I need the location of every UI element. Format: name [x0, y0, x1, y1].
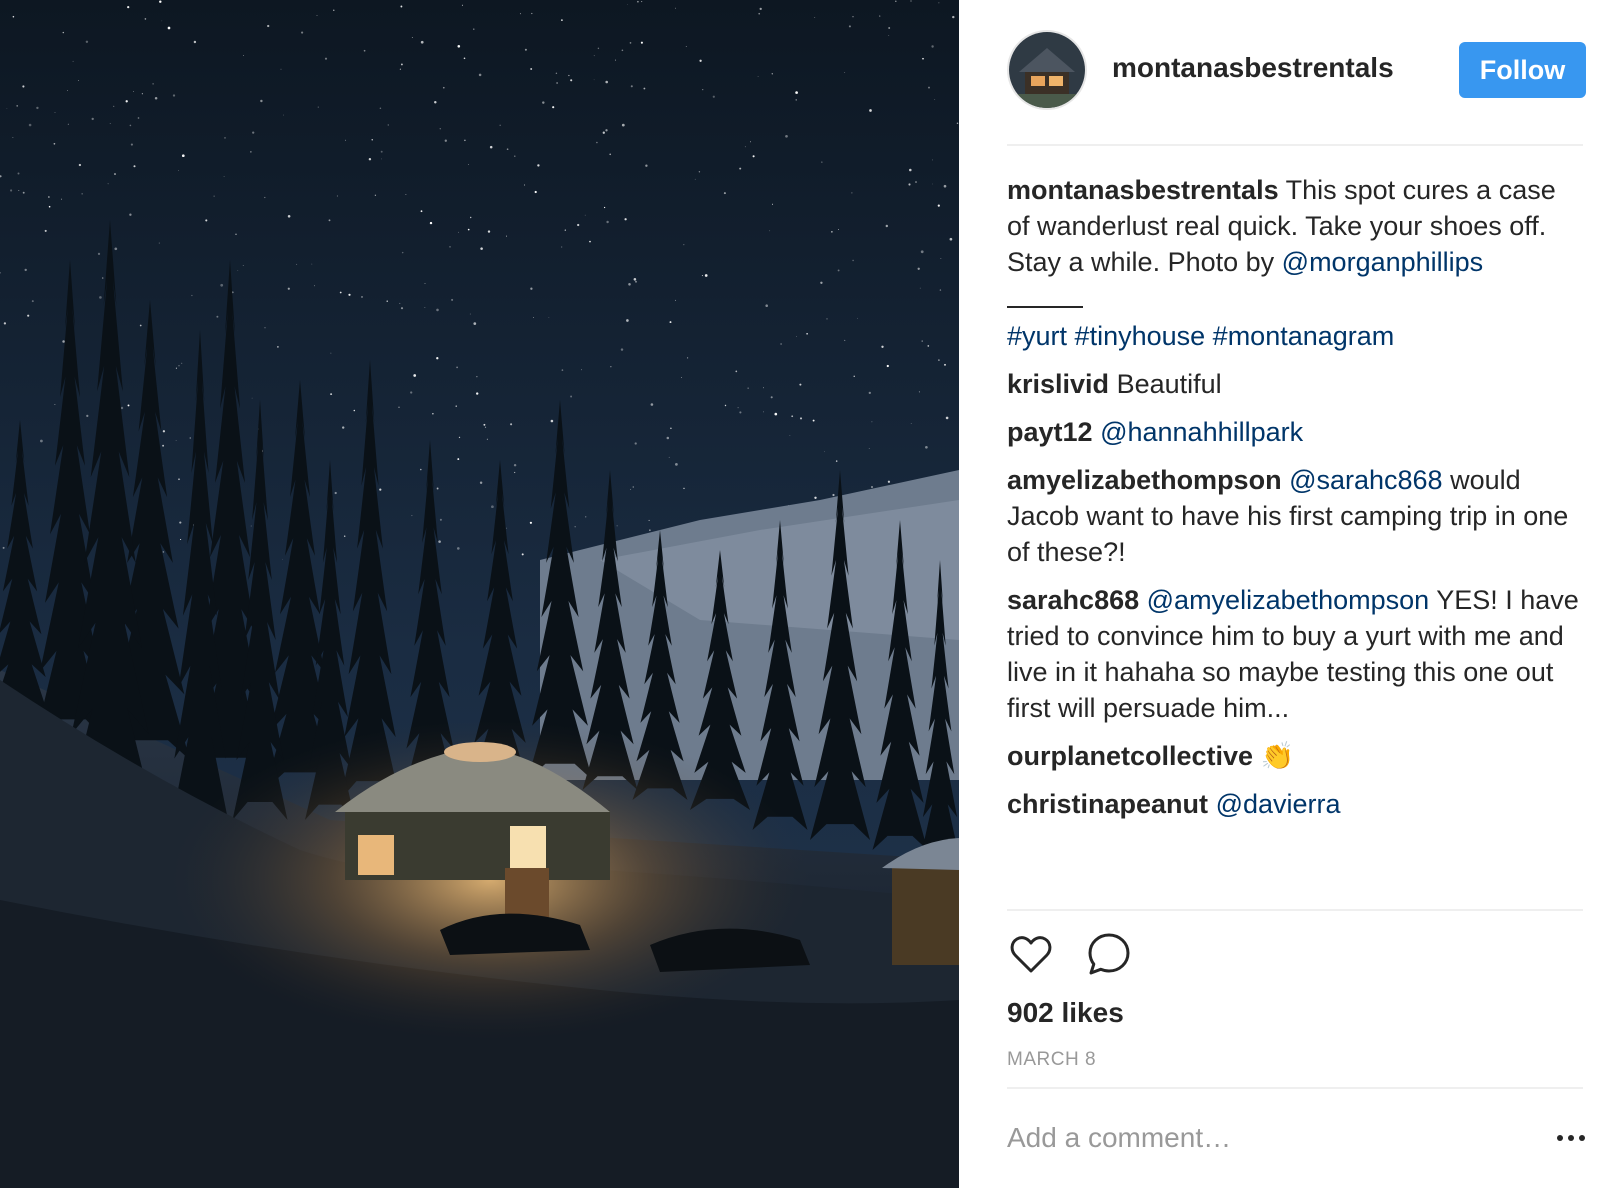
add-comment-input[interactable] — [1007, 1116, 1507, 1160]
cabin-avatar-icon — [1009, 32, 1085, 108]
comment-item: ourplanetcollective 👏 — [1007, 738, 1583, 774]
comment-mention[interactable]: @davierra — [1216, 789, 1341, 819]
post-side-panel: montanasbestrentals Follow montanasbestr… — [959, 0, 1624, 1188]
divider — [1007, 1087, 1583, 1089]
comment-mention[interactable]: @sarahc868 — [1289, 465, 1443, 495]
post-header: montanasbestrentals Follow — [1007, 0, 1586, 146]
night-yurt-image — [0, 0, 959, 1188]
comment-bubble-icon[interactable] — [1085, 930, 1133, 978]
caption-separator — [1007, 306, 1083, 308]
caption: montanasbestrentals This spot cures a ca… — [1007, 172, 1583, 280]
comment-text: Beautiful — [1109, 369, 1222, 399]
comment-username[interactable]: sarahc868 — [1007, 585, 1139, 615]
likes-count[interactable]: 902 likes — [1007, 997, 1124, 1029]
caption-hashtags: #yurt #tinyhouse #montanagram — [1007, 318, 1583, 354]
header-username[interactable]: montanasbestrentals — [1112, 52, 1394, 84]
post-photo[interactable] — [0, 0, 959, 1188]
comment-username[interactable]: amyelizabethompson — [1007, 465, 1282, 495]
hashtag-montanagram[interactable]: #montanagram — [1213, 321, 1395, 351]
comment-item: amyelizabethompson @sarahc868 would Jaco… — [1007, 462, 1583, 570]
comment-mention[interactable]: @amyelizabethompson — [1147, 585, 1430, 615]
divider — [1007, 909, 1583, 911]
hashtag-tinyhouse[interactable]: #tinyhouse — [1075, 321, 1206, 351]
post: montanasbestrentals Follow montanasbestr… — [0, 0, 1624, 1188]
comment-mention[interactable]: @hannahhillpark — [1100, 417, 1303, 447]
comment-item: sarahc868 @amyelizabethompson YES! I hav… — [1007, 582, 1583, 726]
follow-button[interactable]: Follow — [1459, 42, 1586, 98]
comment-username[interactable]: christinapeanut — [1007, 789, 1208, 819]
comment-item: christinapeanut @davierra — [1007, 786, 1583, 822]
caption-username[interactable]: montanasbestrentals — [1007, 175, 1279, 205]
comment-username[interactable]: ourplanetcollective — [1007, 741, 1253, 771]
more-options-icon[interactable] — [1555, 1128, 1587, 1148]
comment-item: krislivid Beautiful — [1007, 366, 1583, 402]
comment-item: payt12 @hannahhillpark — [1007, 414, 1583, 450]
heart-icon[interactable] — [1007, 930, 1055, 978]
post-date[interactable]: MARCH 8 — [1007, 1049, 1096, 1071]
caption-mention[interactable]: @morganphillips — [1282, 247, 1484, 277]
comment-list: montanasbestrentals This spot cures a ca… — [1007, 172, 1583, 834]
hashtag-yurt[interactable]: #yurt — [1007, 321, 1067, 351]
comment-text: 👏 — [1253, 741, 1295, 771]
comment-username[interactable]: payt12 — [1007, 417, 1093, 447]
comment-username[interactable]: krislivid — [1007, 369, 1109, 399]
avatar[interactable] — [1007, 30, 1087, 110]
